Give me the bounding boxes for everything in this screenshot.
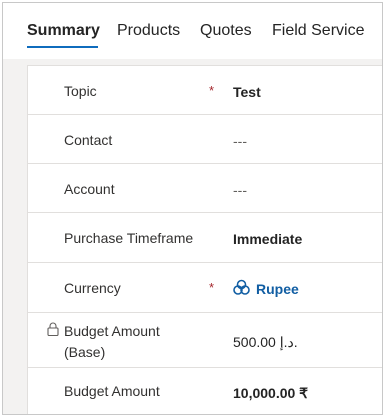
label-line-1: Budget Amount [64,323,160,339]
tab-bar: Summary Products Quotes Field Service [3,3,382,59]
field-label-purchase-timeframe: Purchase Timeframe [64,230,194,246]
topic-value[interactable]: Test [233,84,261,100]
field-row-purchase-timeframe: Purchase Timeframe Immediate [28,213,382,263]
account-value[interactable]: --- [233,182,247,198]
field-label-topic: Topic [64,83,97,99]
currency-lookup-link[interactable]: Rupee [256,281,299,297]
tab-quotes[interactable]: Quotes [200,22,252,40]
active-tab-indicator [27,46,98,48]
field-row-account: Account --- [28,164,382,213]
required-indicator: * [209,83,215,98]
budget-amount-base-value: 500.00 د.إ. [233,334,298,350]
tab-summary[interactable]: Summary [27,22,100,40]
currency-entity-icon [233,279,250,295]
budget-amount-value[interactable]: 10,000.00 ₹ [233,385,308,402]
tab-products[interactable]: Products [117,22,180,40]
field-label-account: Account [64,181,115,197]
field-label-budget-amount: Budget Amount [64,383,160,399]
form-frame: Summary Products Quotes Field Service To… [2,2,383,415]
lock-icon [47,322,59,336]
field-row-topic: Topic * Test [28,66,382,115]
field-row-budget-amount-base: Budget Amount (Base) 500.00 د.إ. [28,313,382,368]
contact-value[interactable]: --- [233,133,247,149]
field-label-contact: Contact [64,132,113,148]
tab-field-service[interactable]: Field Service [272,22,364,40]
purchase-timeframe-value[interactable]: Immediate [233,231,302,247]
field-label-currency: Currency [64,280,121,296]
required-indicator: * [209,280,215,295]
field-label-budget-amount-base: Budget Amount (Base) [64,321,160,363]
field-row-currency: Currency * Rupee [28,263,382,313]
field-row-budget-amount: Budget Amount 10,000.00 ₹ [28,368,382,414]
label-line-2: (Base) [64,344,106,360]
summary-panel: Topic * Test Contact --- Account --- Pur… [27,65,382,414]
field-row-contact: Contact --- [28,115,382,164]
